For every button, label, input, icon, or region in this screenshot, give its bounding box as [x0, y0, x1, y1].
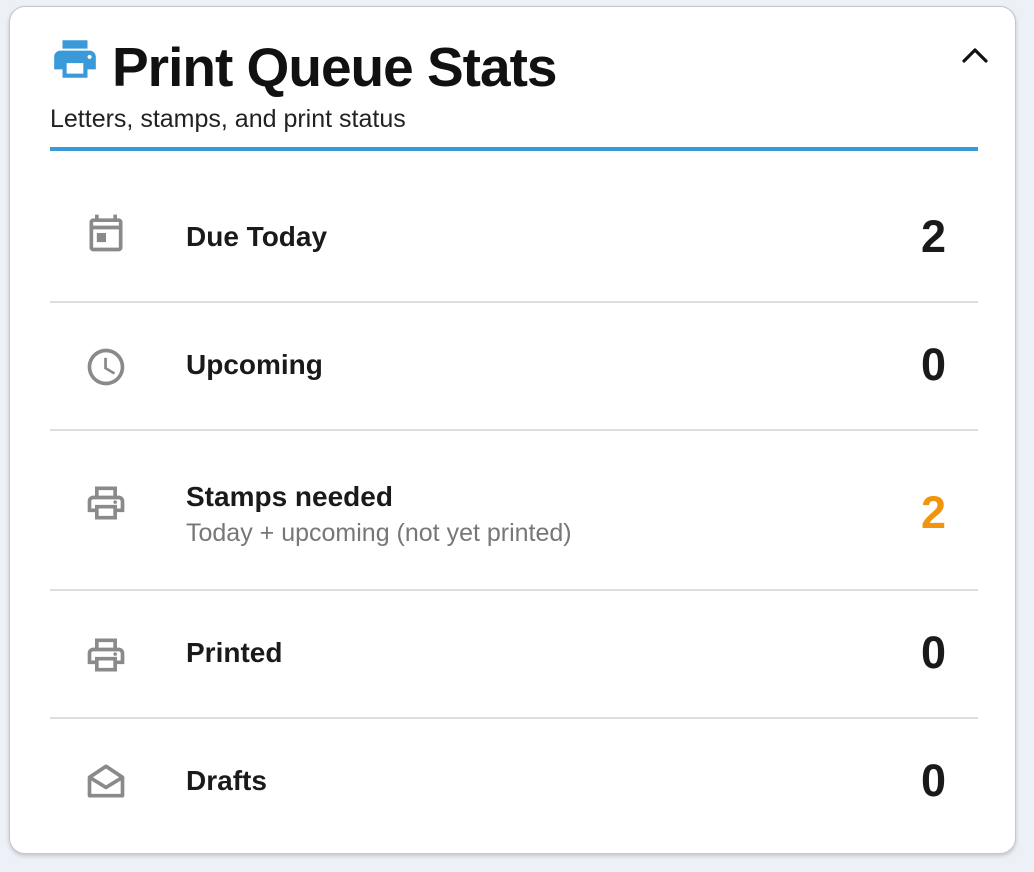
stat-value: 0 [920, 755, 946, 806]
card-subtitle: Letters, stamps, and print status [50, 105, 406, 133]
card-header: Print Queue Stats Letters, stamps, and p… [50, 29, 978, 153]
stat-value: 2 [920, 211, 946, 262]
envelope-open-icon [87, 764, 125, 798]
stat-value: 0 [920, 339, 946, 390]
stat-label: Due Today [186, 221, 328, 252]
stat-row-due-today[interactable]: Due Today 2 [50, 151, 978, 303]
print-queue-stats-card: Print Queue Stats Letters, stamps, and p… [9, 6, 1016, 854]
collapse-button[interactable] [955, 35, 995, 75]
stat-label: Stamps needed [186, 481, 393, 512]
calendar-icon [89, 214, 123, 252]
stat-row-printed[interactable]: Printed 0 [50, 591, 978, 719]
stat-label: Upcoming [186, 349, 323, 380]
stat-sublabel: Today + upcoming (not yet printed) [186, 519, 572, 547]
printer-icon [54, 40, 96, 78]
stat-value: 0 [920, 627, 946, 678]
printer-icon [87, 638, 125, 672]
clock-icon [87, 348, 125, 386]
chevron-up-icon [962, 48, 988, 63]
stat-value: 2 [920, 487, 946, 538]
stat-row-upcoming[interactable]: Upcoming 0 [50, 303, 978, 431]
stat-row-drafts[interactable]: Drafts 0 [50, 719, 978, 847]
card-title: Print Queue Stats [112, 36, 557, 98]
stat-row-stamps-needed[interactable]: Stamps needed Today + upcoming (not yet … [50, 431, 978, 591]
stats-list: Due Today 2 Upcoming 0 Stamps needed Tod… [50, 151, 978, 847]
title-row: Print Queue Stats [50, 29, 557, 105]
stat-label: Drafts [186, 765, 267, 796]
printer-icon [87, 486, 125, 520]
stat-label: Printed [186, 637, 283, 668]
